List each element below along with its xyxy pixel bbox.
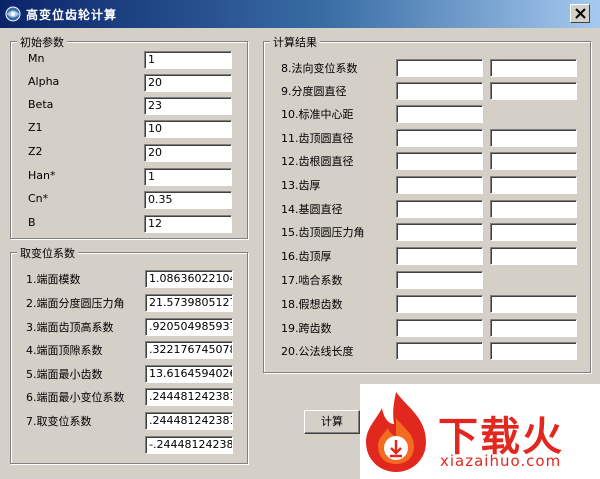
result-16-value-1[interactable]	[396, 247, 483, 265]
param-input-z2[interactable]: 20	[144, 144, 232, 162]
coef-label-6: 6.端面最小变位系数	[26, 391, 125, 404]
close-button[interactable]	[570, 4, 590, 23]
param-label-beta: Beta	[28, 98, 54, 111]
result-18-value-2[interactable]	[490, 295, 577, 313]
coef-label-7: 7.取变位系数	[26, 415, 92, 428]
result-label-11: 11.齿顶圆直径	[281, 132, 354, 145]
flame-download-logo-icon	[356, 388, 436, 476]
param-input-han[interactable]: 1	[144, 168, 232, 186]
result-14-value-1[interactable]	[396, 200, 483, 218]
result-16-value-2[interactable]	[490, 247, 577, 265]
result-12-value-1[interactable]	[396, 152, 483, 170]
result-label-8: 8.法向变位系数	[281, 62, 358, 75]
param-label-z1: Z1	[28, 121, 43, 134]
param-input-z1[interactable]: 10	[144, 120, 232, 138]
result-11-value-1[interactable]	[396, 129, 483, 147]
coef-label-4: 4.端面顶隙系数	[26, 344, 103, 357]
result-10-value-1[interactable]	[396, 105, 483, 123]
result-label-12: 12.齿根圆直径	[281, 155, 354, 168]
result-9-value-2[interactable]	[490, 82, 577, 100]
result-12-value-2[interactable]	[490, 152, 577, 170]
result-17-value-1[interactable]	[396, 271, 483, 289]
result-label-16: 16.齿顶厚	[281, 250, 332, 263]
param-input-mn[interactable]: 1	[144, 51, 232, 69]
param-label-z2: Z2	[28, 145, 43, 158]
coef-value-3[interactable]: .92050498593750	[145, 318, 233, 336]
watermark-domain-text: xiazaihuo.com	[440, 452, 562, 470]
result-label-9: 9.分度圆直径	[281, 85, 347, 98]
result-18-value-1[interactable]	[396, 295, 483, 313]
coef-value-4[interactable]: .32217674507810	[145, 341, 233, 359]
shift-coef-title: 取变位系数	[17, 245, 78, 261]
coef-value-5[interactable]: 13.61645940267	[145, 365, 233, 383]
result-label-13: 13.齿厚	[281, 179, 321, 192]
window-title: 高变位齿轮计算	[26, 8, 118, 22]
result-label-20: 20.公法线长度	[281, 345, 354, 358]
coef-value-7b[interactable]: -.24448124238160	[145, 436, 233, 454]
param-label-alpha: Alpha	[28, 75, 60, 88]
result-9-value-1[interactable]	[396, 82, 483, 100]
result-20-value-2[interactable]	[490, 342, 577, 360]
coef-label-3: 3.端面齿顶高系数	[26, 321, 114, 334]
param-label-b: B	[28, 216, 36, 229]
coef-value-7[interactable]: .24448124238160	[145, 412, 233, 430]
result-label-15: 15.齿顶圆压力角	[281, 226, 365, 239]
coef-label-1: 1.端面模数	[26, 273, 81, 286]
result-20-value-1[interactable]	[396, 342, 483, 360]
result-label-18: 18.假想齿数	[281, 298, 343, 311]
param-input-alpha[interactable]: 20	[144, 74, 232, 92]
param-input-b[interactable]: 12	[144, 215, 232, 233]
param-label-mn: Mn	[28, 52, 45, 65]
result-label-10: 10.标准中心距	[281, 108, 354, 121]
calculate-button[interactable]: 计算	[304, 410, 360, 434]
param-input-cn[interactable]: 0.35	[144, 191, 232, 209]
result-15-value-1[interactable]	[396, 223, 483, 241]
result-11-value-2[interactable]	[490, 129, 577, 147]
results-title: 计算结果	[270, 34, 320, 50]
initial-params-group: 初始参数	[10, 34, 248, 239]
result-14-value-2[interactable]	[490, 200, 577, 218]
coef-value-1[interactable]: 1.086360221045	[145, 270, 233, 288]
result-13-value-1[interactable]	[396, 176, 483, 194]
param-label-cn: Cn*	[28, 192, 49, 205]
result-label-17: 17.啮合系数	[281, 274, 343, 287]
result-13-value-2[interactable]	[490, 176, 577, 194]
result-label-14: 14.基圆直径	[281, 203, 343, 216]
result-label-19: 19.跨齿数	[281, 322, 332, 335]
title-bar: 高变位齿轮计算	[0, 0, 600, 28]
app-icon	[4, 5, 22, 23]
coef-label-5: 5.端面最小齿数	[26, 368, 103, 381]
initial-params-title: 初始参数	[17, 34, 67, 50]
coef-value-2[interactable]: 21.5739805127	[145, 294, 233, 312]
result-19-value-2[interactable]	[490, 319, 577, 337]
result-15-value-2[interactable]	[490, 223, 577, 241]
param-input-beta[interactable]: 23	[144, 97, 232, 115]
result-8-value-2[interactable]	[490, 59, 577, 77]
result-8-value-1[interactable]	[396, 59, 483, 77]
coef-label-2: 2.端面分度圆压力角	[26, 297, 125, 310]
param-label-han: Han*	[28, 169, 56, 182]
coef-value-6[interactable]: .24448124238160	[145, 388, 233, 406]
result-19-value-1[interactable]	[396, 319, 483, 337]
